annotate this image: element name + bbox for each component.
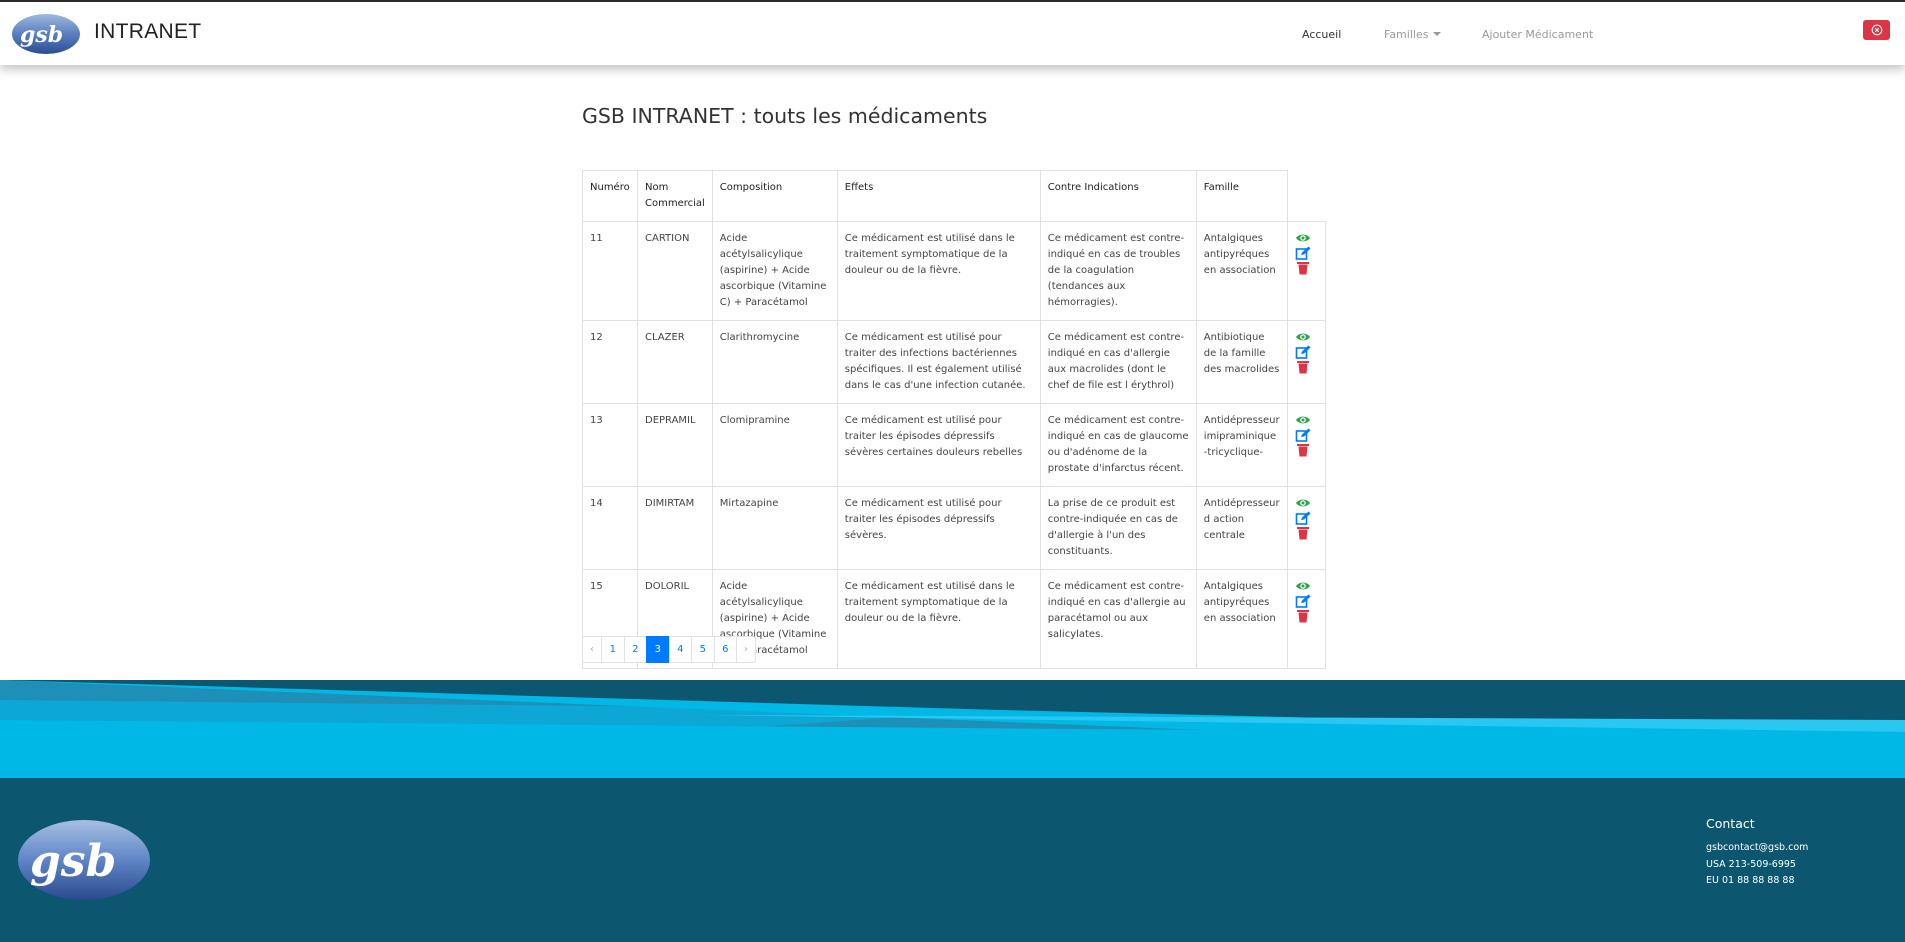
cell-famille: Antalgiques antipyréques en association (1195, 221, 1288, 321)
cell-contre-indications: Ce médicament est contre-indiqué en cas … (1039, 320, 1197, 404)
table-row: 12 CLAZER Clarithromycine Ce médicament … (582, 320, 1326, 404)
cell-nom-commercial: DIMIRTAM (637, 486, 713, 570)
table-row: 14 DIMIRTAM Mirtazapine Ce médicament es… (582, 486, 1326, 570)
cell-nom-commercial: CARTION (637, 221, 713, 321)
page-title: GSB INTRANET : touts les médicaments (582, 104, 988, 128)
cell-composition: Mirtazapine (711, 486, 838, 570)
edit-icon[interactable] (1295, 594, 1311, 608)
cell-contre-indications: Ce médicament est contre-indiqué en cas … (1039, 569, 1197, 669)
footer: gsb Contact gsbcontact@gsb.com USA 213-5… (0, 778, 1905, 942)
cell-composition: Clomipramine (711, 403, 838, 487)
view-icon[interactable] (1295, 413, 1311, 427)
cell-nom-commercial: CLAZER (637, 320, 713, 404)
nav-home-link[interactable]: Accueil (1302, 28, 1341, 41)
cell-actions (1286, 320, 1326, 404)
cell-composition: Acide acétylsalicylique (aspirine) + Aci… (711, 221, 838, 321)
cell-contre-indications: La prise de ce produit est contre-indiqu… (1039, 486, 1197, 570)
table-row: 13 DEPRAMIL Clomipramine Ce médicament e… (582, 403, 1326, 487)
delete-icon[interactable] (1295, 443, 1311, 457)
cell-effets: Ce médicament est utilisé dans le traite… (836, 221, 1041, 321)
footer-contact: Contact gsbcontact@gsb.com USA 213-509-6… (1706, 816, 1808, 890)
column-header-actions (1286, 170, 1326, 222)
pagination-page-4[interactable]: 4 (668, 636, 692, 663)
cell-numero: 12 (582, 320, 638, 404)
nav-families-dropdown[interactable]: Familles (1384, 28, 1442, 41)
cell-composition: Clarithromycine (711, 320, 838, 404)
cell-famille: Antalgiques antipyréques en association (1195, 569, 1288, 669)
cell-effets: Ce médicament est utilisé pour traiter l… (836, 486, 1041, 570)
contact-email[interactable]: gsbcontact@gsb.com (1706, 840, 1808, 857)
pagination-page-3[interactable]: 3 (646, 636, 670, 663)
cell-actions (1286, 403, 1326, 487)
column-header-numero: Numéro (582, 170, 638, 222)
table-row: 11 CARTION Acide acétylsalicylique (aspi… (582, 221, 1326, 321)
svg-text:gsb: gsb (30, 836, 116, 887)
edit-icon[interactable] (1295, 428, 1311, 442)
footer-wave-decoration (0, 670, 1905, 780)
nav-families-label: Familles (1384, 28, 1429, 41)
cell-numero: 11 (582, 221, 638, 321)
pagination-next[interactable]: › (736, 636, 756, 663)
edit-icon[interactable] (1295, 246, 1311, 260)
delete-icon[interactable] (1295, 609, 1311, 623)
pagination-prev[interactable]: ‹ (582, 636, 602, 663)
cell-numero: 13 (582, 403, 638, 487)
cell-effets: Ce médicament est utilisé dans le traite… (836, 569, 1041, 669)
column-header-famille: Famille (1195, 170, 1288, 222)
contact-phone-eu: EU 01 88 88 88 88 (1706, 875, 1795, 886)
nav-add-medicament-link[interactable]: Ajouter Médicament (1482, 28, 1593, 41)
view-icon[interactable] (1295, 330, 1311, 344)
cell-famille: Antidépresseur imipraminique -tricycliqu… (1195, 403, 1288, 487)
cell-famille: Antidépresseur d action centrale (1195, 486, 1288, 570)
top-navbar: gsb INTRANET Accueil Familles Ajouter Mé… (0, 0, 1905, 65)
column-header-composition: Composition (711, 170, 838, 222)
edit-icon[interactable] (1295, 511, 1311, 525)
caret-down-icon (1433, 32, 1442, 36)
cell-effets: Ce médicament est utilisé pour traiter l… (836, 403, 1041, 487)
view-icon[interactable] (1295, 231, 1311, 245)
cell-actions (1286, 221, 1326, 321)
cell-famille: Antibiotique de la famille des macrolide… (1195, 320, 1288, 404)
delete-icon[interactable] (1295, 261, 1311, 275)
pagination: ‹ 1 2 3 4 5 6 › (582, 636, 756, 663)
delete-icon[interactable] (1295, 526, 1311, 540)
cell-contre-indications: Ce médicament est contre-indiqué en cas … (1039, 221, 1197, 321)
column-header-contre-indications: Contre Indications (1039, 170, 1197, 222)
view-icon[interactable] (1295, 496, 1311, 510)
cell-nom-commercial: DEPRAMIL (637, 403, 713, 487)
delete-icon[interactable] (1295, 360, 1311, 374)
cell-contre-indications: Ce médicament est contre-indiqué en cas … (1039, 403, 1197, 487)
medicaments-table: Numéro Nom Commercial Composition Effets… (582, 170, 1326, 669)
brand-title: INTRANET (94, 20, 202, 43)
view-icon[interactable] (1295, 579, 1311, 593)
gsb-logo[interactable]: gsb (10, 12, 82, 56)
close-circle-icon (1871, 24, 1882, 36)
contact-title: Contact (1706, 816, 1755, 831)
cell-actions (1286, 569, 1326, 669)
svg-text:gsb: gsb (20, 22, 63, 48)
edit-icon[interactable] (1295, 345, 1311, 359)
gsb-footer-logo: gsb (18, 820, 150, 900)
pagination-page-1[interactable]: 1 (601, 636, 625, 663)
column-header-nom: Nom Commercial (637, 170, 713, 222)
table-header-row: Numéro Nom Commercial Composition Effets… (582, 170, 1326, 222)
contact-phone-usa: USA 213-509-6995 (1706, 858, 1796, 870)
pagination-page-2[interactable]: 2 (623, 636, 647, 663)
logout-button[interactable] (1863, 20, 1890, 40)
cell-numero: 14 (582, 486, 638, 570)
pagination-page-5[interactable]: 5 (691, 636, 715, 663)
column-header-effets: Effets (836, 170, 1041, 222)
pagination-page-6[interactable]: 6 (713, 636, 737, 663)
cell-effets: Ce médicament est utilisé pour traiter d… (836, 320, 1041, 404)
cell-actions (1286, 486, 1326, 570)
